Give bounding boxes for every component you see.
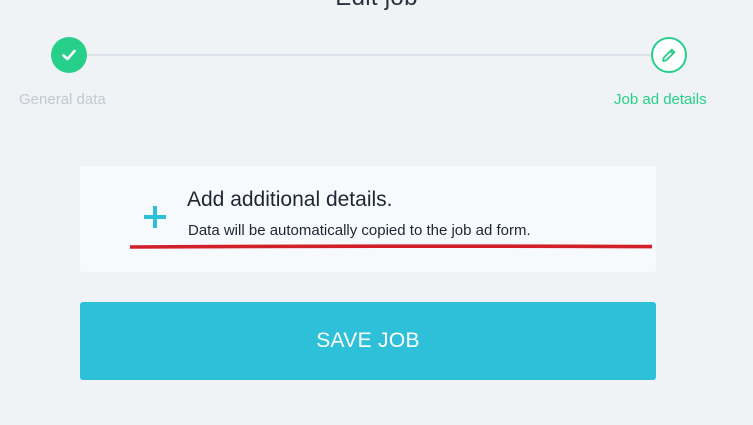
annotation-underline [130,244,652,249]
plus-icon[interactable] [141,203,169,231]
step-job-ad-details-label[interactable]: Job ad details [614,91,707,108]
step-general-data-label[interactable]: General data [19,91,106,108]
check-icon [62,49,76,61]
add-details-description: Data will be automatically copied to the… [188,222,531,239]
stepper-connector-line [70,54,668,56]
edit-job-page: Edit job General data Job ad details Add… [0,0,753,425]
save-job-button[interactable]: SAVE JOB [80,302,656,380]
page-title: Edit job [0,0,753,12]
step-general-data-indicator[interactable] [51,37,87,73]
pencil-icon [662,48,676,62]
step-job-ad-details-indicator[interactable] [651,37,687,73]
add-details-title[interactable]: Add additional details. [187,188,392,212]
